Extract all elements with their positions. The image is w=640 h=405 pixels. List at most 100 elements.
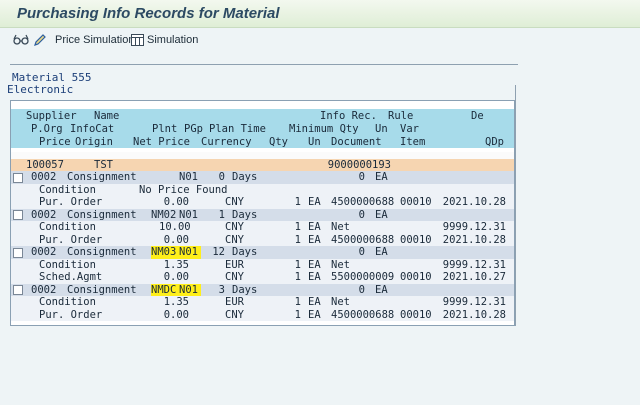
toolbar: Price Simulation Simulation	[0, 28, 640, 52]
supplier-name: TST	[94, 158, 113, 171]
net-price: 0.00	[163, 233, 189, 246]
condition-detail-row: Pur. Order 0.00 CNY 1 EA 4500000688 00010 2021.…	[11, 233, 514, 246]
currency: CNY	[225, 308, 244, 321]
plant: NM03	[151, 246, 179, 259]
price-origin: Sched.Agmt	[39, 271, 103, 283]
minimum-qty: 0	[358, 171, 365, 183]
document: 4500000688	[331, 308, 395, 321]
row-select-checkbox[interactable]	[13, 285, 23, 295]
col-origin: Origin	[75, 136, 113, 148]
qty: 1	[294, 296, 301, 308]
condition-detail-row: Condition 10.00 CNY 1 EA Net 9999.12.31	[11, 221, 514, 234]
col-net-price: Net Price	[133, 136, 190, 148]
column-headers: Supplier Name Info Rec. Rule De P.Org In…	[11, 109, 514, 148]
pencil-icon[interactable]	[33, 32, 47, 48]
col-document: Document	[331, 136, 382, 148]
purch-group: N01	[179, 283, 201, 296]
condition-detail-row: Condition 1.35 EUR 1 EA Net 9999.12.31	[11, 258, 514, 271]
net-price: 0.00	[163, 271, 189, 283]
price-origin: Pur. Order	[39, 196, 103, 208]
row-select-checkbox[interactable]	[13, 210, 23, 220]
net-price: 0.00	[163, 196, 189, 208]
info-category: Consignment	[67, 283, 137, 296]
document: 5500000009	[331, 271, 395, 283]
condition-detail-row: Pur. Order 0.00 CNY 1 EA 4500000688 00010 2021.…	[11, 308, 514, 321]
info-record-list: Supplier Name Info Rec. Rule De P.Org In…	[10, 100, 515, 326]
note: No Price Found	[139, 183, 228, 196]
col-porg: P.Org	[31, 123, 63, 135]
date: 2021.10.28	[442, 196, 506, 208]
item: 00010	[400, 308, 432, 321]
currency: CNY	[225, 271, 244, 283]
date: 2021.10.27	[442, 271, 506, 283]
list-border	[515, 85, 516, 326]
date: 2021.10.28	[442, 308, 506, 321]
simulation-button[interactable]: Simulation	[131, 32, 198, 48]
col-supplier: Supplier	[26, 110, 77, 122]
plan-time-unit: Days	[232, 246, 258, 258]
min-qty-unit: EA	[375, 171, 388, 183]
col-var: Var	[400, 123, 419, 135]
unit: EA	[308, 308, 321, 321]
price-origin: Condition	[39, 258, 96, 271]
col-un2: Un	[308, 136, 321, 148]
item: 00010	[400, 271, 432, 283]
plan-time-unit: Days	[232, 283, 258, 296]
info-category: Consignment	[67, 171, 137, 183]
consignment-row[interactable]: 0002 Consignment NM02 N01 1 Days 0 EA	[11, 208, 514, 221]
glasses-icon[interactable]	[13, 32, 29, 48]
purch-org: 0002	[31, 283, 57, 296]
purch-org: 0002	[31, 208, 57, 221]
qty: 1	[294, 196, 301, 208]
supplier-row: 100057 TST 9000000193	[11, 158, 514, 171]
date: 9999.12.31	[442, 258, 506, 271]
col-qty: Qty	[269, 136, 288, 148]
price-simulation-button[interactable]: Price Simulation	[55, 32, 134, 48]
purch-org: 0002	[31, 171, 57, 183]
minimum-qty: 0	[358, 283, 365, 296]
consignment-row[interactable]: 0002 Consignment NM03 N01 12 Days 0 EA	[11, 246, 514, 259]
plan-time-unit: Days	[232, 171, 258, 183]
net-price: 1.35	[163, 258, 189, 271]
min-qty-unit: EA	[375, 283, 388, 296]
col-de: De	[471, 110, 484, 122]
supplier-number: 100057	[26, 158, 64, 171]
info-record-number: 9000000193	[327, 158, 391, 171]
row-select-checkbox[interactable]	[13, 247, 23, 258]
document: 4500000688	[331, 233, 395, 246]
info-category: Consignment	[67, 246, 137, 258]
net-price: 1.35	[163, 296, 189, 308]
row-select-checkbox[interactable]	[13, 172, 23, 183]
unit: EA	[308, 233, 321, 246]
condition-detail-row: Pur. Order 0.00 CNY 1 EA 4500000688 00010 2021.…	[11, 196, 514, 209]
unit: EA	[308, 271, 321, 283]
min-qty-unit: EA	[375, 208, 388, 221]
item: 00010	[400, 233, 432, 246]
purch-org: 0002	[31, 246, 57, 258]
plan-time-unit: Days	[232, 208, 258, 221]
condition-detail-row: Condition 1.35 EUR 1 EA Net 9999.12.31	[11, 296, 514, 309]
qty: 1	[294, 271, 301, 283]
document: 4500000688	[331, 196, 395, 208]
plan-time: 3	[218, 283, 225, 296]
plant: NM02	[151, 208, 177, 221]
qty: 1	[294, 233, 301, 246]
purch-group: N01	[179, 171, 198, 183]
consignment-row[interactable]: 0002 Consignment N01 0 Days 0 EA	[11, 171, 514, 184]
minimum-qty: 0	[358, 246, 365, 258]
currency: EUR	[225, 296, 244, 308]
currency: EUR	[225, 258, 244, 271]
material-description: Electronic	[7, 83, 74, 96]
item: 00010	[400, 196, 432, 208]
title-bar: Purchasing Info Records for Material	[0, 0, 640, 28]
col-minimum-qty: Minimum Qty	[289, 123, 359, 135]
min-qty-unit: EA	[375, 246, 388, 258]
purch-group: N01	[179, 208, 198, 221]
consignment-row[interactable]: 0002 Consignment NMDC N01 3 Days 0 EA	[11, 283, 514, 296]
unit: EA	[308, 221, 321, 233]
col-rule: Rule	[388, 110, 414, 122]
document: Net	[331, 221, 350, 233]
document: Net	[331, 296, 350, 308]
col-plnt: Plnt	[152, 123, 178, 135]
simulation-label: Simulation	[147, 34, 199, 46]
